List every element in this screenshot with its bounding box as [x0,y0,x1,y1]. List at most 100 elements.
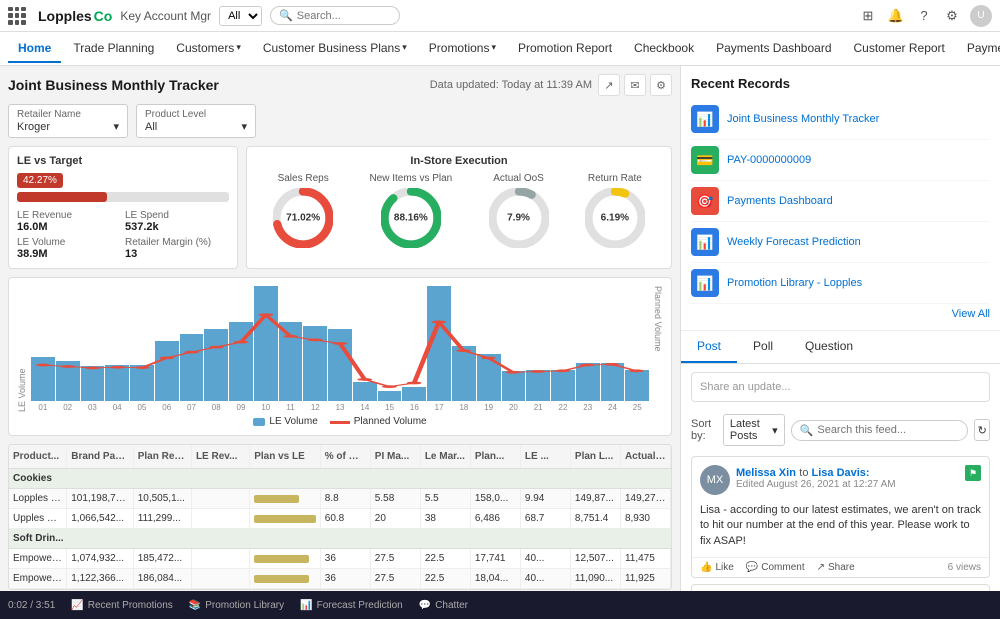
td-plan: 6,486 [471,509,521,528]
email-icon[interactable]: ✉ [624,74,646,96]
global-search[interactable]: 🔍 [270,6,400,25]
comment-button[interactable]: 💬 Comment [746,562,805,573]
td-plan-rev: 185,472... [134,549,192,568]
td-plan-rev: 10,505,1... [134,489,192,508]
tab-poll[interactable]: Poll [737,331,789,363]
nav-payments[interactable]: Payments ▾ [957,35,1000,63]
td-plan: 158,0... [471,489,521,508]
td-product: Lopples 6pck Value 24oz [9,489,67,508]
legend-le-color [253,418,265,426]
record-link-forecast[interactable]: Weekly Forecast Prediction [727,236,861,248]
nav-checkbook[interactable]: Checkbook [624,35,704,63]
nav-customer-business-plans[interactable]: Customer Business Plans ▾ [253,35,417,63]
help-icon[interactable]: ? [914,6,934,26]
table-row[interactable]: Empower Cola 12oz 12pck B... 1,074,932..… [9,549,671,569]
post-actions: 👍 Like 💬 Comment ↗ Share 6 views [692,557,989,577]
th-pct-bu: % of Bu... [321,445,371,468]
td-pct-bu: 36 [321,569,371,588]
td-le-mar: 22.5 [421,549,471,568]
th-le: LE ... [521,445,571,468]
td-actual-li: 11,925 [621,569,671,588]
nav-customers[interactable]: Customers ▾ [166,35,251,63]
td-plan-le [250,489,321,508]
comment-box[interactable] [691,584,990,591]
refresh-button[interactable]: ↻ [974,419,990,441]
table-row[interactable]: Empower Cola 12oz 12pck C... 1,122,366..… [9,569,671,589]
settings-gear-icon[interactable]: ⚙ [650,74,672,96]
record-link-payments-dash[interactable]: Payments Dashboard [727,195,833,207]
x-label: 17 [427,403,451,412]
chart-bar [279,322,303,401]
recent-record-pay[interactable]: 💳 PAY-0000000009 [691,140,990,181]
x-label: 22 [551,403,575,412]
recent-record-payments-dash[interactable]: 🎯 Payments Dashboard [691,181,990,222]
x-label: 09 [229,403,253,412]
all-select[interactable]: All [219,6,262,26]
app-grid-icon[interactable] [8,7,26,25]
header-icons: ↗ ✉ ⚙ [598,74,672,96]
chart-bar [328,329,352,401]
nav-trade-planning[interactable]: Trade Planning [63,35,164,63]
group-soft-drinks: Soft Drin... [9,529,671,549]
left-content: Joint Business Monthly Tracker Data upda… [0,66,680,591]
logo-co: Co [94,8,113,24]
feed-search-input[interactable] [817,424,959,436]
bottom-item-recent-promotions[interactable]: 📈 Recent Promotions [71,600,173,611]
main-layout: Joint Business Monthly Tracker Data upda… [0,66,1000,591]
th-actual-li: Actual Li... [621,445,671,468]
feed-search[interactable]: 🔍 [791,420,969,441]
td-plan-l: 8,751.4 [571,509,621,528]
nav-bar: Home Trade Planning Customers ▾ Customer… [0,32,1000,66]
tab-post[interactable]: Post [681,331,737,363]
nav-promotion-report[interactable]: Promotion Report [508,35,622,63]
share-update-box[interactable]: Share an update... [691,372,990,402]
settings-icon[interactable]: ⚙ [942,6,962,26]
le-metric-margin: Retailer Margin (%) 13 [125,237,229,260]
td-plan: 18,04... [471,569,521,588]
post-recipient[interactable]: Lisa Davis: [812,467,870,479]
post-author[interactable]: Melissa Xin [736,467,796,479]
nav-payments-dashboard[interactable]: Payments Dashboard [706,35,841,63]
share-button[interactable]: ↗ Share [817,562,855,573]
table-row[interactable]: Lopples 6pck Value 24oz 101,198,71... 10… [9,489,671,509]
record-link-promo[interactable]: Promotion Library - Lopples [727,277,862,289]
nav-home[interactable]: Home [8,35,61,63]
product-level-filter[interactable]: Product Level All ▾ [136,104,256,138]
table-row[interactable]: Upples 6pck Value 24oz 1,066,542... 111,… [9,509,671,529]
search-input[interactable] [297,10,397,22]
bottom-item-forecast[interactable]: 📊 Forecast Prediction [300,600,403,611]
x-label: 21 [526,403,550,412]
legend-planned-line [330,421,350,424]
record-link-jbmt[interactable]: Joint Business Monthly Tracker [727,113,879,125]
retailer-filter[interactable]: Retailer Name Kroger ▾ [8,104,128,138]
view-all-button[interactable]: View All [691,308,990,320]
td-le-mar: 22.5 [421,569,471,588]
bottom-item-promotion-library[interactable]: 📚 Promotion Library [189,600,284,611]
avatar[interactable]: U [970,5,992,27]
like-icon: 👍 [700,562,712,573]
chart-bar [81,366,105,401]
recent-record-forecast[interactable]: 📊 Weekly Forecast Prediction [691,222,990,263]
nav-customer-report[interactable]: Customer Report [844,35,955,63]
sort-select[interactable]: Latest Posts ▾ [723,414,785,446]
share-icon[interactable]: ↗ [598,74,620,96]
tab-question[interactable]: Question [789,331,869,363]
bottom-item-chatter[interactable]: 💬 Chatter [419,600,468,611]
setup-icon[interactable]: ⊞ [858,6,878,26]
book-icon: 📚 [189,600,201,611]
retailer-label: Retailer Name [17,109,119,120]
nav-promotions[interactable]: Promotions ▾ [419,35,506,63]
td-le: 40... [521,549,571,568]
td-plan-le [250,549,321,568]
record-link-pay[interactable]: PAY-0000000009 [727,154,811,166]
like-button[interactable]: 👍 Like [700,562,734,573]
td-plan-le [250,569,321,588]
recent-record-jbmt[interactable]: 📊 Joint Business Monthly Tracker [691,99,990,140]
bell-icon[interactable]: 🔔 [886,6,906,26]
th-brand: Brand Pack Size PPG [67,445,133,468]
x-label: 10 [254,403,278,412]
recent-record-promo[interactable]: 📊 Promotion Library - Lopples [691,263,990,304]
td-actual-li: 8,930 [621,509,671,528]
x-label: 15 [378,403,402,412]
x-label: 12 [303,403,327,412]
